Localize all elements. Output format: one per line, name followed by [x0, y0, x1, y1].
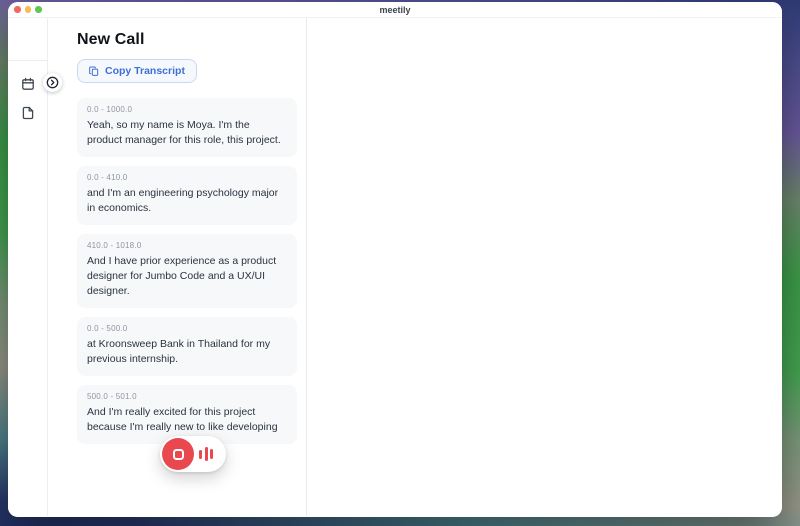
chevron-right-circle-icon	[46, 76, 59, 89]
transcript-text: And I have prior experience as a product…	[87, 254, 287, 299]
transcript-text: Yeah, so my name is Moya. I'm the produc…	[87, 118, 287, 148]
transcript-list: 0.0 - 1000.0 Yeah, so my name is Moya. I…	[77, 98, 296, 444]
main-content-area	[307, 18, 782, 516]
window-content: New Call Copy Transcript 0.0 - 1000.0 Ye…	[8, 18, 782, 516]
audio-waveform-icon	[199, 447, 213, 461]
transcript-text: And I'm really excited for this project …	[87, 405, 287, 435]
app-window: meetily	[8, 2, 782, 517]
copy-transcript-label: Copy Transcript	[105, 65, 185, 77]
transcript-timestamp: 500.0 - 501.0	[87, 392, 287, 401]
sidebar-collapse-button[interactable]	[43, 73, 62, 92]
transcript-text: at Kroonsweep Bank in Thailand for my pr…	[87, 337, 287, 367]
sidebar-nav	[8, 61, 47, 120]
window-title: meetily	[8, 2, 782, 18]
titlebar: meetily	[8, 2, 782, 18]
transcript-text: and I'm an engineering psychology major …	[87, 186, 287, 216]
transcript-segment: 0.0 - 410.0 and I'm an engineering psych…	[77, 166, 297, 225]
transcript-timestamp: 410.0 - 1018.0	[87, 241, 287, 250]
stop-recording-icon	[162, 438, 194, 470]
page-title: New Call	[77, 31, 296, 49]
stop-square-icon	[173, 449, 184, 460]
sidebar	[8, 18, 48, 516]
transcript-segment: 0.0 - 500.0 at Kroonsweep Bank in Thaila…	[77, 317, 297, 376]
transcript-timestamp: 0.0 - 410.0	[87, 173, 287, 182]
transcript-timestamp: 0.0 - 500.0	[87, 324, 287, 333]
transcript-timestamp: 0.0 - 1000.0	[87, 105, 287, 114]
transcript-segment: 0.0 - 1000.0 Yeah, so my name is Moya. I…	[77, 98, 297, 157]
copy-transcript-button[interactable]: Copy Transcript	[77, 59, 197, 83]
sidebar-header	[8, 18, 47, 61]
document-icon[interactable]	[21, 106, 35, 120]
record-button[interactable]	[160, 436, 226, 472]
transcript-panel: New Call Copy Transcript 0.0 - 1000.0 Ye…	[48, 18, 307, 516]
transcript-segment: 410.0 - 1018.0 And I have prior experien…	[77, 234, 297, 308]
copy-icon	[89, 66, 99, 77]
calendar-icon[interactable]	[21, 77, 35, 91]
